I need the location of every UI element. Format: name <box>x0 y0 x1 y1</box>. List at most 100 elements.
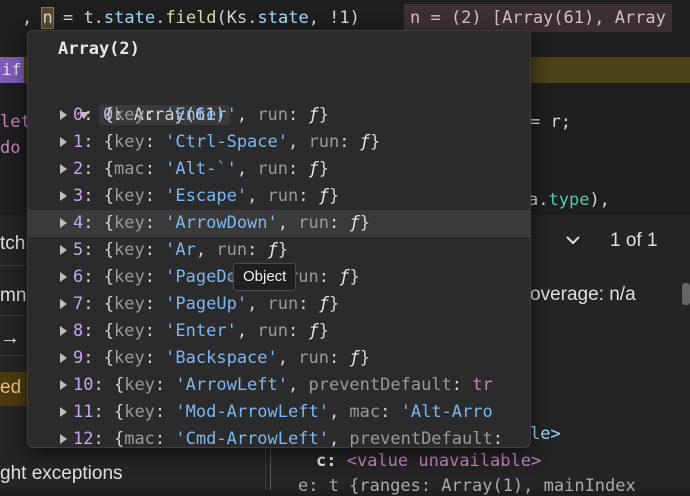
item-key: mac <box>124 429 155 448</box>
function-value: ƒ <box>349 348 360 368</box>
item-value: 'ArrowLeft' <box>175 375 288 395</box>
tree-item-row[interactable]: 11: {key: 'Mod-ArrowLeft', mac: 'Alt-Arr… <box>28 399 530 426</box>
item-key: key <box>113 132 145 152</box>
item-key: key <box>113 240 145 260</box>
item-value: 'Alt-Arro <box>400 402 493 422</box>
item-end: } <box>349 267 360 287</box>
item-key: run <box>257 159 289 179</box>
item-end: } <box>359 213 370 233</box>
item-end: } <box>318 159 330 179</box>
match-label[interactable]: tch <box>0 233 25 255</box>
item-value: 'Cmd-ArrowLeft' <box>175 429 329 448</box>
expand-triangle-icon[interactable] <box>60 272 67 282</box>
expand-triangle-icon[interactable] <box>60 164 67 174</box>
expand-triangle-icon[interactable] <box>60 218 67 228</box>
scope-fragment: le> <box>530 424 561 444</box>
scope-var-e[interactable]: e: t {ranges: Array(1), mainIndex <box>298 476 636 496</box>
expand-triangle-icon[interactable] <box>60 110 67 120</box>
step-arrow-icon[interactable]: → <box>0 327 20 350</box>
expand-triangle-icon[interactable] <box>60 353 67 363</box>
item-index: 7 <box>73 294 84 314</box>
item-key: key <box>113 294 145 314</box>
tree-item-row[interactable]: 8: {key: 'Enter', run: ƒ} <box>28 318 530 345</box>
scope-value: <value unavailable> <box>346 451 542 471</box>
item-value: 'Escape' <box>165 186 248 206</box>
item-key: run <box>216 240 248 260</box>
tree-item-row[interactable]: 7: {key: 'PageUp', run: ƒ} <box>28 291 530 318</box>
item-value: tr <box>472 375 493 395</box>
expand-triangle-icon[interactable] <box>60 434 67 444</box>
tree-item-row[interactable]: 0: {key: 'Enter', run: ƒ} <box>28 102 530 129</box>
item-key: preventDefault <box>349 429 493 448</box>
expand-triangle-icon[interactable] <box>60 137 67 147</box>
item-index: 5 <box>73 240 84 260</box>
item-end: } <box>359 348 370 368</box>
item-value: 'Enter' <box>165 105 237 125</box>
code-text: (Ks. <box>216 8 258 28</box>
function-value: ƒ <box>267 240 278 260</box>
code-text: = t. <box>52 8 104 28</box>
item-end: } <box>329 294 340 314</box>
item-key: run <box>298 348 329 368</box>
chevron-down-icon[interactable] <box>565 232 581 248</box>
expand-triangle-icon[interactable] <box>60 245 67 255</box>
function-value: ƒ <box>308 159 319 179</box>
item-key: key <box>124 375 155 395</box>
column-label[interactable]: mn <box>0 285 26 307</box>
item-index: 6 <box>73 267 84 287</box>
tree-item-row[interactable]: 1: {key: 'Ctrl-Space', run: ƒ} <box>28 129 530 156</box>
item-key: key <box>124 402 155 422</box>
expand-triangle-icon[interactable] <box>60 326 67 336</box>
expand-triangle-icon[interactable] <box>60 299 67 309</box>
scope-var-c[interactable]: c: <value unavailable> <box>316 451 541 471</box>
item-value: 'Ar <box>165 240 196 260</box>
item-end: } <box>318 105 330 125</box>
item-key: mac <box>349 402 381 422</box>
if-keyword: if <box>0 57 24 83</box>
function-value: ƒ <box>308 105 319 125</box>
tree-item-row[interactable]: 12: {mac: 'Cmd-ArrowLeft', preventDefaul… <box>28 426 530 448</box>
uncaught-exceptions-label[interactable]: ght exceptions <box>0 463 123 485</box>
item-index: 11 <box>73 402 94 422</box>
object-preview-popover: Array(2) 0: Array(61) 0: {key: 'Enter', … <box>27 30 531 448</box>
search-match-count: 1 of 1 <box>610 230 658 251</box>
function-value: ƒ <box>349 213 360 233</box>
expand-triangle-icon[interactable] <box>60 380 67 390</box>
item-key: key <box>113 213 145 233</box>
item-value: 'Mod-ArrowLeft' <box>175 402 329 422</box>
item-key: run <box>308 132 340 152</box>
tree-item-row[interactable]: 3: {key: 'Escape', run: ƒ} <box>28 183 530 210</box>
tree-item-row[interactable]: 5: {key: 'Ar, run: ƒ} <box>28 237 530 264</box>
item-key: run <box>257 321 289 341</box>
scrollbar[interactable] <box>682 283 690 305</box>
tree-item-row[interactable]: 9: {key: 'Backspace', run: ƒ} <box>28 345 530 372</box>
popover-title: Array(2) <box>58 39 140 59</box>
item-key: key <box>113 186 145 206</box>
inline-value-hint: n = (2) [Array(61), Array <box>404 4 672 32</box>
tree-item-row[interactable]: 10: {key: 'ArrowLeft', preventDefault: t… <box>28 372 530 399</box>
item-key: run <box>298 213 329 233</box>
item-index: 12 <box>73 429 94 448</box>
code-text: a. <box>528 190 549 210</box>
code-assign: = r; <box>530 112 571 132</box>
tree-item-row[interactable]: 2: {mac: 'Alt-`', run: ƒ} <box>28 156 530 183</box>
item-key: key <box>113 105 145 125</box>
item-index: 9 <box>73 348 84 368</box>
item-key: preventDefault <box>308 375 452 395</box>
item-end: } <box>277 240 289 260</box>
item-end: } <box>369 132 381 152</box>
item-value: 'Backspace' <box>165 348 278 368</box>
tree-root-row[interactable]: 0: Array(61) <box>38 75 530 125</box>
highlighted-variable[interactable]: n <box>41 7 54 29</box>
item-index: 8 <box>73 321 84 341</box>
item-key: key <box>113 348 145 368</box>
scope-key: c: <box>316 451 337 471</box>
do-keyword: do <box>0 138 21 158</box>
expand-triangle-icon[interactable] <box>60 191 67 201</box>
item-value: 'Alt-`' <box>165 159 237 179</box>
function-value: ƒ <box>318 294 329 314</box>
tree-item-row[interactable]: 4: {key: 'ArrowDown', run: ƒ} <box>28 210 530 237</box>
item-end: } <box>318 321 330 341</box>
item-key: mac <box>113 159 145 179</box>
expand-triangle-icon[interactable] <box>60 407 67 417</box>
